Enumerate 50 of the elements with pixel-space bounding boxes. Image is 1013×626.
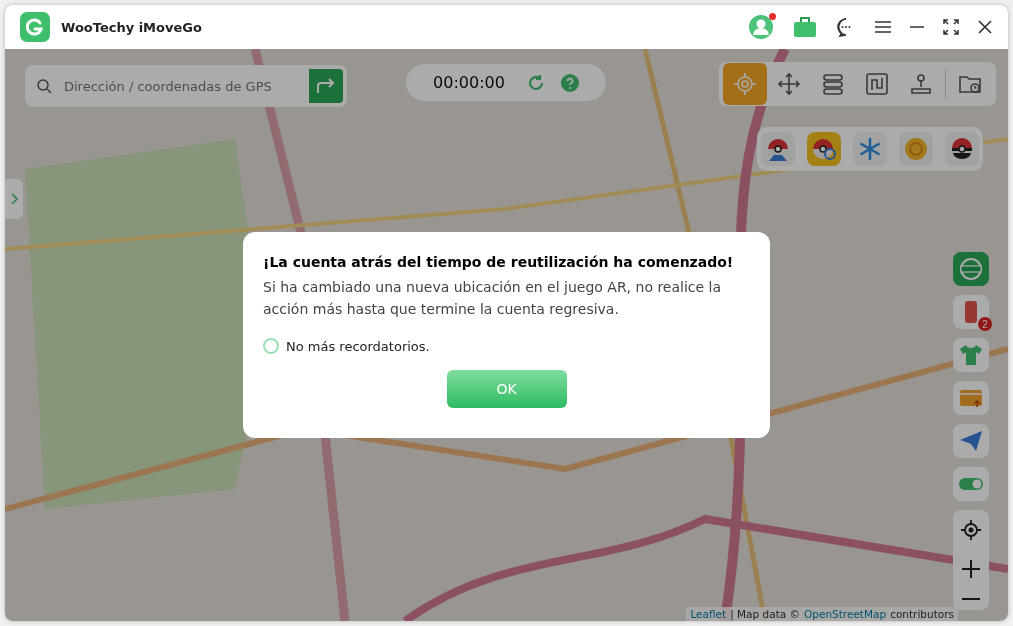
coin-icon <box>903 136 929 162</box>
dialog-title: ¡La cuenta atrás del tiempo de reutilización ha comenzado! <box>263 254 735 270</box>
zoom-in-icon[interactable] <box>962 560 980 578</box>
side-tool-button[interactable]: 2 <box>953 295 989 329</box>
ball-with-map-icon <box>765 136 791 162</box>
search-icon <box>37 78 52 94</box>
attribution-link[interactable]: OpenStreetMap <box>804 608 887 620</box>
reminder-label[interactable]: No más recordatorios. <box>286 338 430 354</box>
attribution-text: contributors <box>890 608 954 620</box>
game-tool-button[interactable] <box>807 132 841 166</box>
user-avatar-icon[interactable] <box>748 14 774 40</box>
toolbox-icon[interactable] <box>793 16 817 38</box>
stacked-bars-icon <box>821 72 845 96</box>
window-title: WooTechy iMoveGo <box>61 19 202 35</box>
ok-button[interactable]: OK <box>446 370 567 408</box>
go-button[interactable] <box>305 65 347 107</box>
locate-icon[interactable] <box>961 520 981 540</box>
maximize-icon[interactable] <box>943 19 959 35</box>
globe-icon <box>958 256 984 282</box>
shirt-icon <box>958 342 984 368</box>
search-input[interactable]: Dirección / coordenadas de GPS <box>62 77 293 95</box>
joystick-icon <box>909 72 933 96</box>
side-tool-button[interactable] <box>953 424 989 458</box>
count-badge: 2 <box>978 317 992 331</box>
attribution-link[interactable]: Leaflet <box>690 608 727 620</box>
side-tool-button[interactable] <box>953 381 989 415</box>
dialog-message: Si ha cambiado una nueva ubicación en el juego AR, no realice la acción más hasta que termine la cuenta regresiva. <box>263 278 723 319</box>
timer-text: 00:00:00 <box>433 73 505 92</box>
target-icon <box>733 72 757 96</box>
chevron-right-icon <box>10 193 18 205</box>
snowflake-icon <box>857 136 883 162</box>
ball-icon <box>949 136 975 162</box>
search-field[interactable]: Dirección / coordenadas de GPS <box>25 65 305 107</box>
reminder-checkbox[interactable] <box>263 338 279 354</box>
app-logo-icon <box>20 12 50 42</box>
side-tool-button[interactable] <box>953 252 989 286</box>
ball-with-magnifier-icon <box>811 136 837 162</box>
attribution-text: | Map data © <box>730 608 801 620</box>
refresh-icon[interactable] <box>526 73 545 92</box>
menu-icon[interactable] <box>875 20 891 34</box>
game-tool-button[interactable] <box>945 132 979 166</box>
game-tool-button[interactable] <box>761 132 795 166</box>
move-arrows-icon <box>777 72 801 96</box>
mode-button[interactable] <box>723 63 767 105</box>
route-icon <box>865 72 889 96</box>
help-icon[interactable] <box>560 73 579 92</box>
side-tool-button[interactable] <box>953 467 989 501</box>
side-tool-button[interactable] <box>953 338 989 372</box>
arrow-icon <box>316 78 336 94</box>
close-icon[interactable] <box>978 20 992 34</box>
